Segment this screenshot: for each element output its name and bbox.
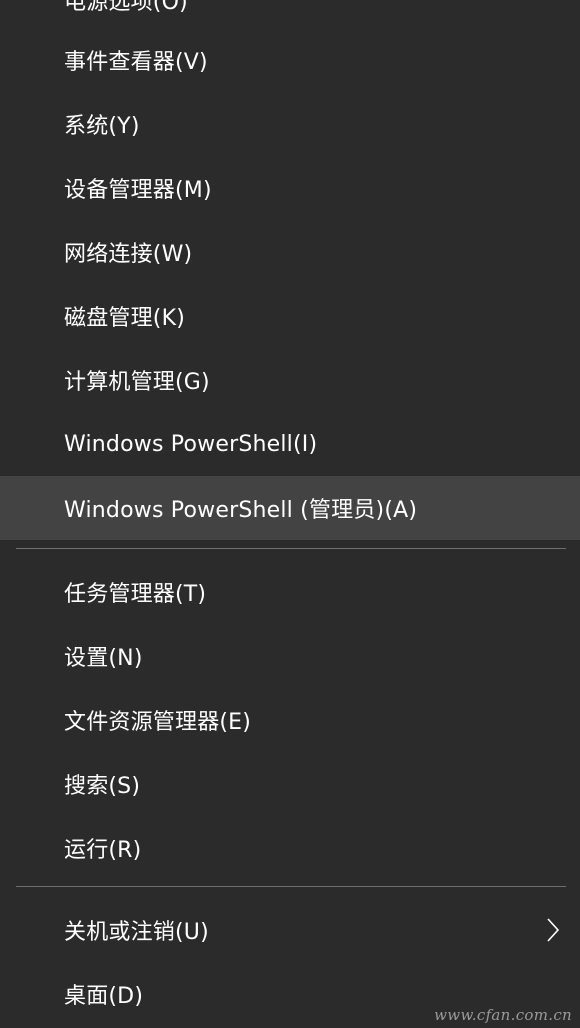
- menu-item-disk-management[interactable]: 磁盘管理(K): [0, 284, 580, 348]
- menu-item-shutdown-signout[interactable]: 关机或注销(U): [0, 898, 580, 962]
- menu-item-label: 运行(R): [64, 838, 142, 863]
- menu-item-settings[interactable]: 设置(N): [0, 624, 580, 688]
- menu-item-label: 网络连接(W): [64, 242, 193, 267]
- menu-item-event-viewer[interactable]: 事件查看器(V): [0, 28, 580, 92]
- menu-item-label: 计算机管理(G): [64, 370, 210, 395]
- menu-item-label: 设置(N): [64, 646, 143, 671]
- menu-separator: [16, 548, 566, 549]
- menu-item-label: Windows PowerShell(I): [64, 431, 318, 457]
- menu-item-label: 事件查看器(V): [64, 50, 208, 75]
- menu-item-label: 系统(Y): [64, 114, 140, 139]
- menu-item-network-connections[interactable]: 网络连接(W): [0, 220, 580, 284]
- menu-item-powershell-admin[interactable]: Windows PowerShell (管理员)(A): [0, 476, 580, 540]
- menu-separator: [16, 886, 566, 887]
- menu-item-label: 搜索(S): [64, 774, 141, 799]
- menu-item-system[interactable]: 系统(Y): [0, 92, 580, 156]
- menu-item-search[interactable]: 搜索(S): [0, 752, 580, 816]
- menu-item-computer-management[interactable]: 计算机管理(G): [0, 348, 580, 412]
- menu-item-device-manager[interactable]: 设备管理器(M): [0, 156, 580, 220]
- menu-item-task-manager[interactable]: 任务管理器(T): [0, 560, 580, 624]
- context-menu: 电源选项(O) 事件查看器(V) 系统(Y) 设备管理器(M) 网络连接(W) …: [0, 0, 580, 1028]
- menu-item-label: 电源选项(O): [64, 0, 188, 15]
- chevron-right-icon: [547, 918, 560, 942]
- menu-item-label: 关机或注销(U): [64, 920, 209, 945]
- menu-item-label: 磁盘管理(K): [64, 306, 185, 331]
- menu-item-label: 设备管理器(M): [64, 178, 212, 203]
- menu-item-label: 任务管理器(T): [64, 582, 207, 607]
- menu-item-powershell[interactable]: Windows PowerShell(I): [0, 412, 580, 476]
- menu-item-file-explorer[interactable]: 文件资源管理器(E): [0, 688, 580, 752]
- watermark: www.cfan.com.cn: [434, 1006, 572, 1024]
- menu-item-label: Windows PowerShell (管理员)(A): [64, 498, 418, 523]
- menu-item-label: 桌面(D): [64, 984, 144, 1009]
- menu-item-label: 文件资源管理器(E): [64, 710, 252, 735]
- menu-item-run[interactable]: 运行(R): [0, 816, 580, 880]
